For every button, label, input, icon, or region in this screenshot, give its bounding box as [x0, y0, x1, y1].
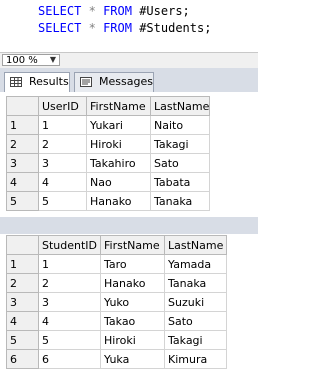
row-number[interactable]: 5: [6, 191, 39, 211]
tab-results[interactable]: Results: [4, 72, 70, 92]
sql-keyword-from: FROM: [103, 4, 132, 18]
table-cell[interactable]: Hanako: [100, 273, 165, 293]
sql-star: *: [88, 21, 96, 35]
table-cell[interactable]: Yuko: [100, 292, 165, 312]
zoom-bar: 100 % ▼: [0, 52, 258, 69]
row-number[interactable]: 2: [6, 134, 39, 154]
row-number[interactable]: 3: [6, 153, 39, 173]
sql-line-1: SELECT * FROM #Users;: [38, 3, 190, 19]
results-tab-strip: Results Messages: [0, 68, 258, 92]
table-cell[interactable]: Suzuki: [164, 292, 227, 312]
row-number[interactable]: 1: [6, 115, 39, 135]
row-number[interactable]: 4: [6, 172, 39, 192]
table-row[interactable]: 6 6 Yuka Kimura: [6, 349, 227, 369]
messages-icon: [80, 77, 92, 87]
chevron-down-icon[interactable]: ▼: [48, 55, 58, 65]
column-header-firstname[interactable]: FirstName: [86, 96, 151, 116]
sql-line-2: SELECT * FROM #Students;: [38, 20, 211, 36]
table-cell[interactable]: Naito: [149, 115, 211, 135]
table-cell[interactable]: Kimura: [164, 349, 227, 369]
table-row[interactable]: 1 1 Taro Yamada: [6, 254, 227, 274]
table-cell[interactable]: 5: [38, 330, 101, 350]
table-cell[interactable]: 2: [38, 134, 87, 154]
table-cell[interactable]: 3: [38, 292, 101, 312]
table-cell[interactable]: Takao: [100, 311, 165, 331]
sql-keyword-select: SELECT: [38, 4, 82, 18]
row-number[interactable]: 6: [6, 349, 39, 369]
table-row[interactable]: 5 5 Hanako Tanaka: [6, 191, 211, 211]
column-header-firstname[interactable]: FirstName: [100, 235, 165, 255]
zoom-select[interactable]: 100 % ▼: [2, 54, 60, 66]
sql-keyword-select: SELECT: [38, 21, 82, 35]
column-header-studentid[interactable]: StudentID: [38, 235, 101, 255]
table-cell[interactable]: 2: [38, 273, 101, 293]
sql-star: *: [88, 4, 96, 18]
table-cell[interactable]: Yukari: [86, 115, 151, 135]
table-cell[interactable]: 1: [38, 254, 101, 274]
results-grid-students: StudentID FirstName LastName 1 1 Taro Ya…: [6, 235, 227, 369]
table-cell[interactable]: Nao: [86, 172, 151, 192]
table-cell[interactable]: 4: [38, 172, 87, 192]
row-number[interactable]: 3: [6, 292, 39, 312]
table-cell[interactable]: Tabata: [149, 172, 211, 192]
table-cell[interactable]: Yamada: [164, 254, 227, 274]
table-cell[interactable]: Hanako: [86, 191, 151, 211]
grid-separator[interactable]: [0, 217, 258, 234]
table-cell[interactable]: 1: [38, 115, 87, 135]
table-row[interactable]: 4 4 Nao Tabata: [6, 172, 211, 192]
table-cell[interactable]: 4: [38, 311, 101, 331]
table-cell[interactable]: Taro: [100, 254, 165, 274]
table-cell[interactable]: Takagi: [149, 134, 211, 154]
table-row[interactable]: 4 4 Takao Sato: [6, 311, 227, 331]
row-number[interactable]: 2: [6, 273, 39, 293]
table-cell[interactable]: Tanaka: [149, 191, 211, 211]
table-row[interactable]: 2 2 Hanako Tanaka: [6, 273, 227, 293]
sql-table-name: #Users;: [139, 4, 190, 18]
sql-keyword-from: FROM: [103, 21, 132, 35]
table-row[interactable]: 3 3 Yuko Suzuki: [6, 292, 227, 312]
sql-editor[interactable]: SELECT * FROM #Users; SELECT * FROM #Stu…: [0, 0, 258, 52]
table-cell[interactable]: Yuka: [100, 349, 165, 369]
row-number[interactable]: 4: [6, 311, 39, 331]
grid-corner-header[interactable]: [6, 96, 39, 116]
results-grid-users: UserID FirstName LastName 1 1 Yukari Nai…: [6, 96, 211, 211]
tab-messages[interactable]: Messages: [74, 72, 154, 92]
row-number[interactable]: 1: [6, 254, 39, 274]
table-cell[interactable]: Hiroki: [100, 330, 165, 350]
table-cell[interactable]: 6: [38, 349, 101, 369]
grid-corner-header[interactable]: [6, 235, 39, 255]
table-row[interactable]: 2 2 Hiroki Takagi: [6, 134, 211, 154]
table-row[interactable]: 5 5 Hiroki Takagi: [6, 330, 227, 350]
table-row[interactable]: 1 1 Yukari Naito: [6, 115, 211, 135]
table-cell[interactable]: Hiroki: [86, 134, 151, 154]
table-cell[interactable]: Sato: [164, 311, 227, 331]
table-cell[interactable]: Sato: [149, 153, 211, 173]
zoom-value: 100 %: [6, 55, 38, 66]
table-cell[interactable]: 3: [38, 153, 87, 173]
table-row[interactable]: 3 3 Takahiro Sato: [6, 153, 211, 173]
grid-icon: [10, 77, 22, 87]
table-cell[interactable]: Takagi: [164, 330, 227, 350]
row-number[interactable]: 5: [6, 330, 39, 350]
column-header-lastname[interactable]: LastName: [164, 235, 227, 255]
table-cell[interactable]: 5: [38, 191, 87, 211]
tab-results-label: Results: [29, 75, 69, 88]
column-header-lastname[interactable]: LastName: [149, 96, 211, 116]
column-header-userid[interactable]: UserID: [38, 96, 87, 116]
table-cell[interactable]: Tanaka: [164, 273, 227, 293]
table-cell[interactable]: Takahiro: [86, 153, 151, 173]
sql-table-name: #Students;: [139, 21, 212, 35]
tab-messages-label: Messages: [99, 75, 153, 88]
